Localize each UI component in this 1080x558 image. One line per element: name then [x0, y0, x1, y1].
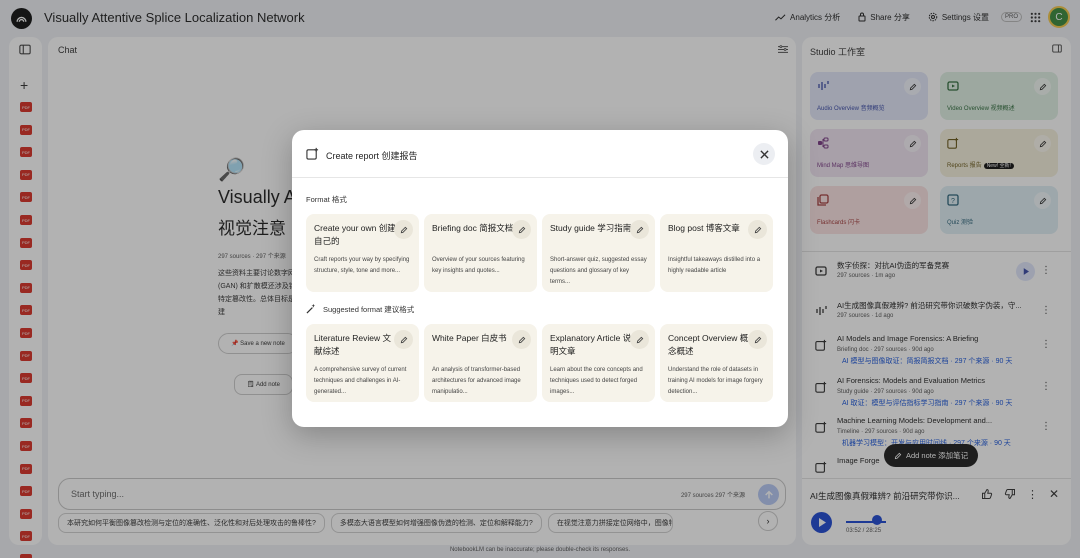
dialog-title: Create report 创建报告 [326, 151, 418, 161]
format-card-title: Explanatory Article 说明文章 [550, 333, 632, 356]
format-options: Create your own 创建自己的 Craft reports your… [306, 214, 773, 292]
format-card-title: Briefing doc 简报文档 [432, 223, 514, 233]
close-icon [759, 149, 769, 159]
edit-pencil-icon[interactable] [512, 330, 531, 349]
create-report-dialog: Create report 创建报告 Format 格式 Create your… [292, 130, 788, 427]
format-card-description: Learn about the core concepts and techni… [550, 367, 643, 395]
format-card-description: Understand the role of datasets in train… [668, 367, 763, 395]
format-card-title: Literature Review 文献综述 [314, 333, 392, 356]
format-card-description: Insightful takeaways distilled into a hi… [668, 257, 761, 274]
format-card-title: White Paper 白皮书 [432, 333, 507, 343]
edit-pencil-icon[interactable] [394, 330, 413, 349]
edit-pencil-icon[interactable] [748, 330, 767, 349]
format-card-title: Study guide 学习指南 [550, 223, 632, 233]
format-card-description: Short-answer quiz, suggested essay quest… [550, 257, 647, 285]
suggested-format-options: Literature Review 文献综述 A comprehensive s… [306, 324, 773, 402]
edit-pencil-icon[interactable] [748, 220, 767, 239]
format-card-title: Create your own 创建自己的 [314, 223, 396, 246]
format-card-title: Blog post 博客文章 [668, 223, 740, 233]
suggested-format-card[interactable]: Concept Overview 概念概述 Understand the rol… [660, 324, 773, 402]
format-card-description: An analysis of transformer-based archite… [432, 367, 521, 395]
edit-pencil-icon[interactable] [630, 220, 649, 239]
suggested-format-card[interactable]: White Paper 白皮书 An analysis of transform… [424, 324, 537, 402]
format-section-label: Format 格式 [306, 195, 347, 204]
format-card-title: Concept Overview 概念概述 [668, 333, 749, 356]
edit-pencil-icon[interactable] [394, 220, 413, 239]
report-format-card[interactable]: Study guide 学习指南 Short-answer quiz, sugg… [542, 214, 655, 292]
report-format-card[interactable]: Briefing doc 简报文档 Overview of your sourc… [424, 214, 537, 292]
report-format-card[interactable]: Create your own 创建自己的 Craft reports your… [306, 214, 419, 292]
report-format-card[interactable]: Blog post 博客文章 Insightful takeaways dist… [660, 214, 773, 292]
close-dialog-button[interactable] [753, 143, 775, 165]
edit-pencil-icon[interactable] [630, 330, 649, 349]
format-card-description: Overview of your sources featuring key i… [432, 257, 525, 274]
format-card-description: A comprehensive survey of current techni… [314, 367, 407, 395]
suggested-format-card[interactable]: Literature Review 文献综述 A comprehensive s… [306, 324, 419, 402]
sparkle-wand-icon [306, 303, 316, 314]
suggested-section-label: Suggested format 建议格式 [323, 305, 415, 314]
suggested-format-card[interactable]: Explanatory Article 说明文章 Learn about the… [542, 324, 655, 402]
edit-pencil-icon[interactable] [512, 220, 531, 239]
divider [292, 177, 788, 178]
reports-icon [306, 147, 319, 160]
format-card-description: Craft reports your way by specifying str… [314, 257, 410, 274]
